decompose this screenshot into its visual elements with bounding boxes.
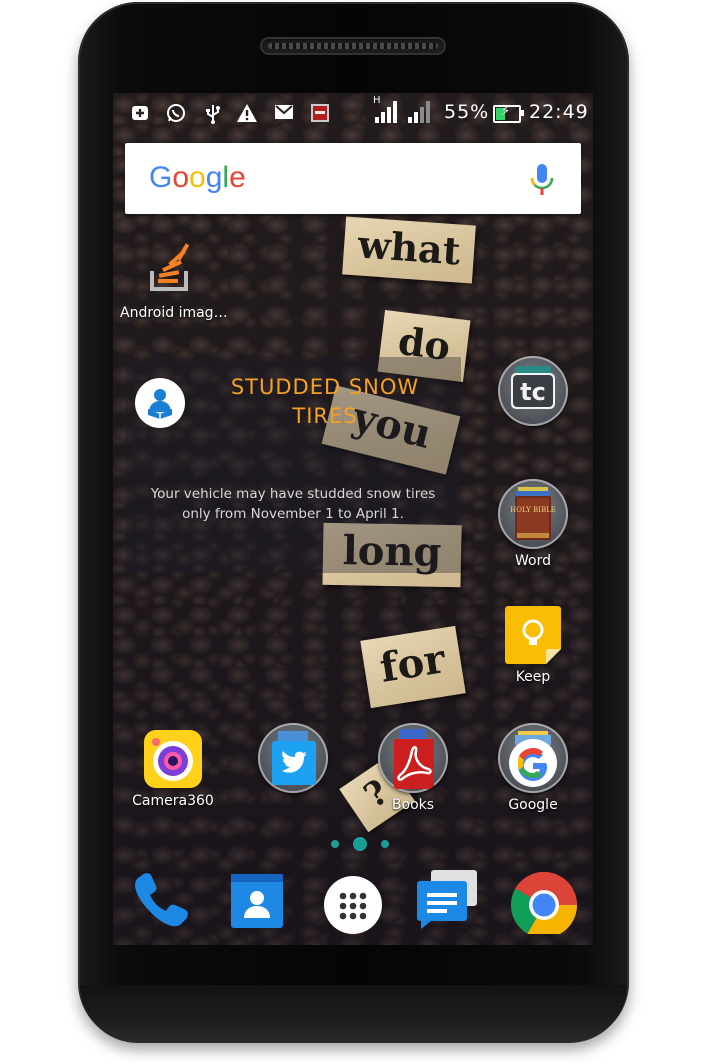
tc-icon-text: tc [520, 378, 546, 406]
clock: 22:49 [529, 101, 589, 123]
status-bar: H 55% ⚡ 22:49 [113, 93, 593, 131]
page-indicator [324, 833, 396, 852]
twitter-icon [258, 723, 328, 793]
app-notification-icon [309, 103, 331, 125]
whatsapp-icon [165, 103, 187, 125]
acrobat-icon [378, 723, 448, 793]
chrome-icon[interactable] [509, 864, 579, 939]
contacts-icon[interactable] [222, 864, 292, 934]
battery-charging-icon: ⚡ [493, 104, 524, 123]
app-label-keep: Keep [515, 669, 551, 685]
messages-icon[interactable] [413, 864, 483, 934]
google-logo-letter: g [205, 161, 223, 194]
app-keep[interactable]: Keep [483, 605, 583, 685]
app-drawer-icon[interactable] [318, 864, 388, 934]
camera360-icon [144, 730, 202, 788]
signal-strength-sim2-icon [408, 101, 434, 123]
page-dot[interactable] [381, 839, 389, 848]
app-label-camera360: Camera360 [132, 793, 214, 809]
bible-icon-text: HOLY BIBLE [510, 506, 556, 514]
usb-icon [202, 103, 224, 125]
app-camera360[interactable]: Camera360 [123, 729, 223, 809]
google-logo-letter: o [172, 161, 190, 194]
app-tc[interactable]: tc [483, 356, 583, 426]
driving-tips-widget[interactable]: STUDDED SNOW TIRES Your vehicle may have… [125, 357, 461, 573]
app-google[interactable]: Google [483, 723, 583, 813]
plus-icon [129, 103, 151, 125]
google-search-bar[interactable]: Google [125, 143, 581, 214]
wallpaper-word-for: for [360, 625, 466, 709]
app-label-google: Google [508, 797, 558, 813]
app-android-images[interactable]: Android imag… [120, 241, 228, 321]
app-word[interactable]: HOLY BIBLE Word [483, 479, 583, 569]
battery-percentage: 55% [444, 101, 490, 123]
bible-book-icon: HOLY BIBLE [498, 479, 568, 549]
earpiece-speaker [260, 37, 446, 55]
home-screen: H 55% ⚡ 22:49 Google what do you long fo… [113, 93, 593, 945]
microphone-icon[interactable] [529, 163, 555, 197]
widget-title: STUDDED SNOW TIRES [230, 375, 420, 428]
widget-body-line-2: only from November 1 to April 1. [182, 506, 404, 522]
stack-overflow-icon [150, 243, 190, 291]
app-label-android-images: Android imag… [120, 305, 228, 321]
app-twitter[interactable] [243, 723, 343, 793]
keep-icon [505, 606, 561, 664]
widget-body-line-1: Your vehicle may have studded snow tires [150, 486, 436, 502]
page-dot[interactable] [331, 839, 339, 848]
tc-app-icon: tc [498, 356, 568, 426]
signal-strength-icon [375, 101, 401, 123]
reading-person-icon [135, 378, 185, 428]
dock [113, 858, 593, 945]
google-g-icon [498, 723, 568, 793]
google-logo-letter: o [189, 161, 206, 194]
google-logo: Google [149, 161, 246, 195]
google-logo-letter: e [229, 161, 246, 194]
app-label-books: Books [391, 797, 435, 813]
google-logo-letter: G [149, 161, 173, 194]
warning-icon [236, 103, 258, 125]
wallpaper-word-what: what [342, 216, 476, 284]
widget-body: Your vehicle may have studded snow tires… [125, 484, 461, 524]
app-label-word: Word [515, 553, 551, 569]
phone-chin [80, 985, 627, 1043]
page-dot-current[interactable] [353, 836, 367, 851]
gmail-icon [273, 103, 295, 125]
app-books[interactable]: Books [363, 723, 463, 813]
phone-icon[interactable] [127, 864, 197, 934]
